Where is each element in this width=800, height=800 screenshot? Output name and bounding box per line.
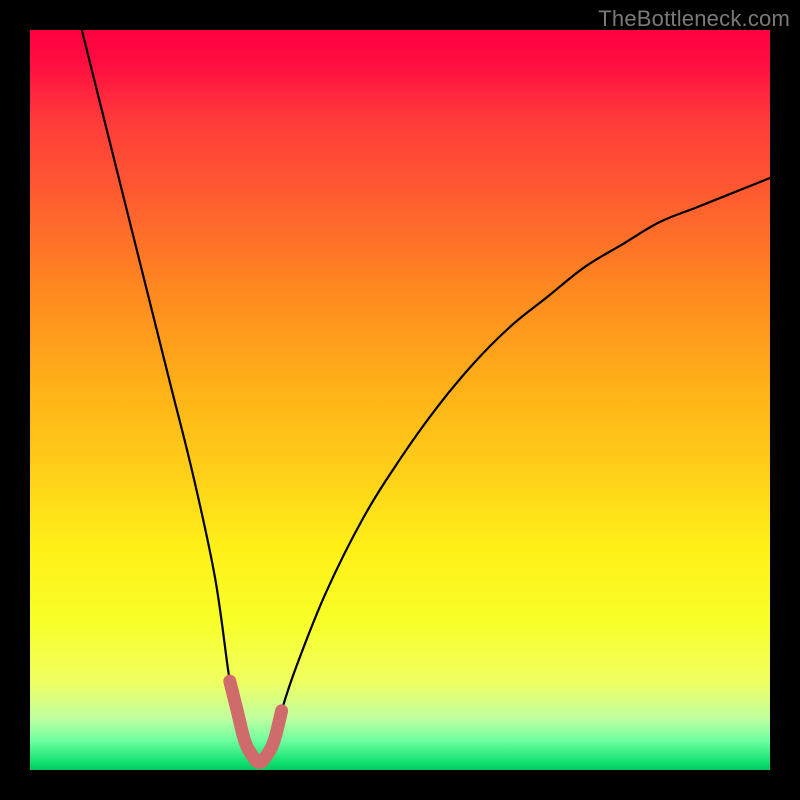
chart-area [30, 30, 770, 770]
optimal-dip-highlight [230, 681, 282, 762]
curve-svg [30, 30, 770, 770]
watermark-text: TheBottleneck.com [598, 6, 790, 32]
bottleneck-curve [82, 30, 770, 763]
